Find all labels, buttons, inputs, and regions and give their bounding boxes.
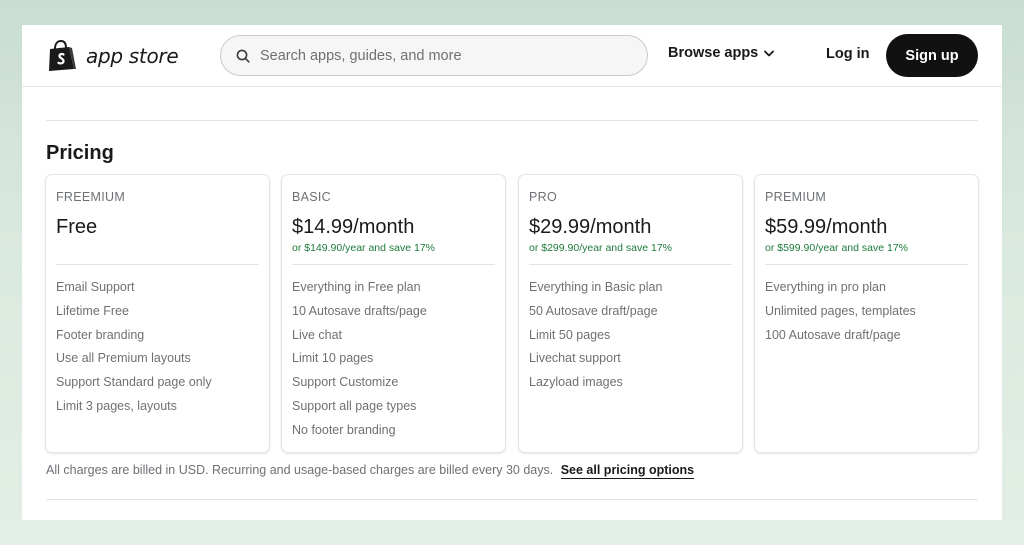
plan-price: Free — [56, 216, 98, 238]
plan-feature: Unlimited pages, templates — [765, 303, 916, 318]
plan-card-freemium: FREEMIUM Free Email Support Lifetime Fre… — [46, 175, 269, 452]
billing-footnote-text: All charges are billed in USD. Recurring… — [46, 463, 554, 477]
plan-feature: Use all Premium layouts — [56, 351, 191, 366]
plan-features: Email Support Lifetime Free Footer brand… — [56, 276, 259, 419]
plan-price: $14.99/month — [292, 216, 415, 238]
plan-feature: Support Customize — [292, 375, 399, 390]
plan-feature: Everything in Free plan — [292, 280, 421, 294]
plan-feature: Livechat support — [529, 351, 621, 366]
plan-feature: Lifetime Free — [56, 303, 129, 318]
plan-feature: 100 Autosave draft/page — [765, 327, 901, 342]
search-bar[interactable] — [220, 35, 648, 76]
card-divider — [765, 264, 968, 265]
login-link[interactable]: Log in — [826, 46, 870, 62]
plan-price: $29.99/month — [529, 216, 652, 238]
plan-feature: Footer branding — [56, 327, 145, 342]
card-divider — [529, 264, 732, 265]
pricing-title: Pricing — [46, 142, 114, 164]
plan-name: PRO — [529, 190, 557, 204]
plan-feature: Support all page types — [292, 398, 417, 413]
plan-card-premium: PREMIUM $59.99/month or $599.90/year and… — [755, 175, 978, 452]
top-navigation: app store Browse apps Log in Sign up — [22, 25, 1002, 87]
app-store-logo[interactable]: app store — [46, 40, 179, 72]
plan-feature: Limit 3 pages, layouts — [56, 398, 177, 413]
plan-features: Everything in pro plan Unlimited pages, … — [765, 276, 968, 347]
card-divider — [56, 264, 259, 265]
plan-feature: 50 Autosave draft/page — [529, 303, 658, 318]
plan-yearly-price — [56, 241, 259, 255]
plan-feature: Support Standard page only — [56, 375, 212, 390]
see-all-pricing-link[interactable]: See all pricing options — [560, 463, 695, 479]
signup-button[interactable]: Sign up — [886, 34, 978, 77]
plan-feature: Limit 50 pages — [529, 327, 611, 342]
plan-name: BASIC — [292, 190, 332, 204]
plan-name: PREMIUM — [765, 190, 827, 204]
plan-feature: Limit 10 pages — [292, 351, 374, 366]
plan-feature: Lazyload images — [529, 375, 623, 390]
plan-feature: No footer branding — [292, 422, 396, 437]
plan-card-pro: PRO $29.99/month or $299.90/year and sav… — [519, 175, 742, 452]
plan-yearly-price: or $299.90/year and save 17% — [529, 242, 673, 254]
plan-features: Everything in Basic plan 50 Autosave dra… — [529, 276, 732, 395]
section-divider-top — [46, 120, 978, 121]
plan-feature: Everything in pro plan — [765, 280, 886, 294]
plan-feature: Email Support — [56, 280, 135, 294]
billing-footnote: All charges are billed in USD. Recurring… — [46, 463, 695, 479]
card-divider — [292, 264, 495, 265]
plan-feature: Live chat — [292, 327, 343, 342]
plan-price: $59.99/month — [765, 216, 888, 238]
plan-card-basic: BASIC $14.99/month or $149.90/year and s… — [282, 175, 505, 452]
plan-yearly-price: or $149.90/year and save 17% — [292, 242, 436, 254]
browse-apps-label: Browse apps — [668, 45, 759, 61]
chevron-down-icon — [764, 50, 775, 56]
search-input[interactable] — [260, 47, 640, 64]
browse-apps-menu[interactable]: Browse apps — [668, 45, 775, 61]
search-icon — [236, 49, 250, 63]
app-store-page: app store Browse apps Log in Sign up Pri… — [22, 25, 1002, 520]
plan-feature: Everything in Basic plan — [529, 280, 663, 294]
plan-name: FREEMIUM — [56, 190, 126, 204]
shopping-bag-icon — [49, 40, 76, 71]
logo-text: app store — [86, 44, 179, 68]
plan-features: Everything in Free plan 10 Autosave draf… — [292, 276, 495, 443]
section-divider-bottom — [46, 499, 978, 500]
plan-feature: 10 Autosave drafts/page — [292, 303, 427, 318]
plan-yearly-price: or $599.90/year and save 17% — [765, 242, 909, 254]
